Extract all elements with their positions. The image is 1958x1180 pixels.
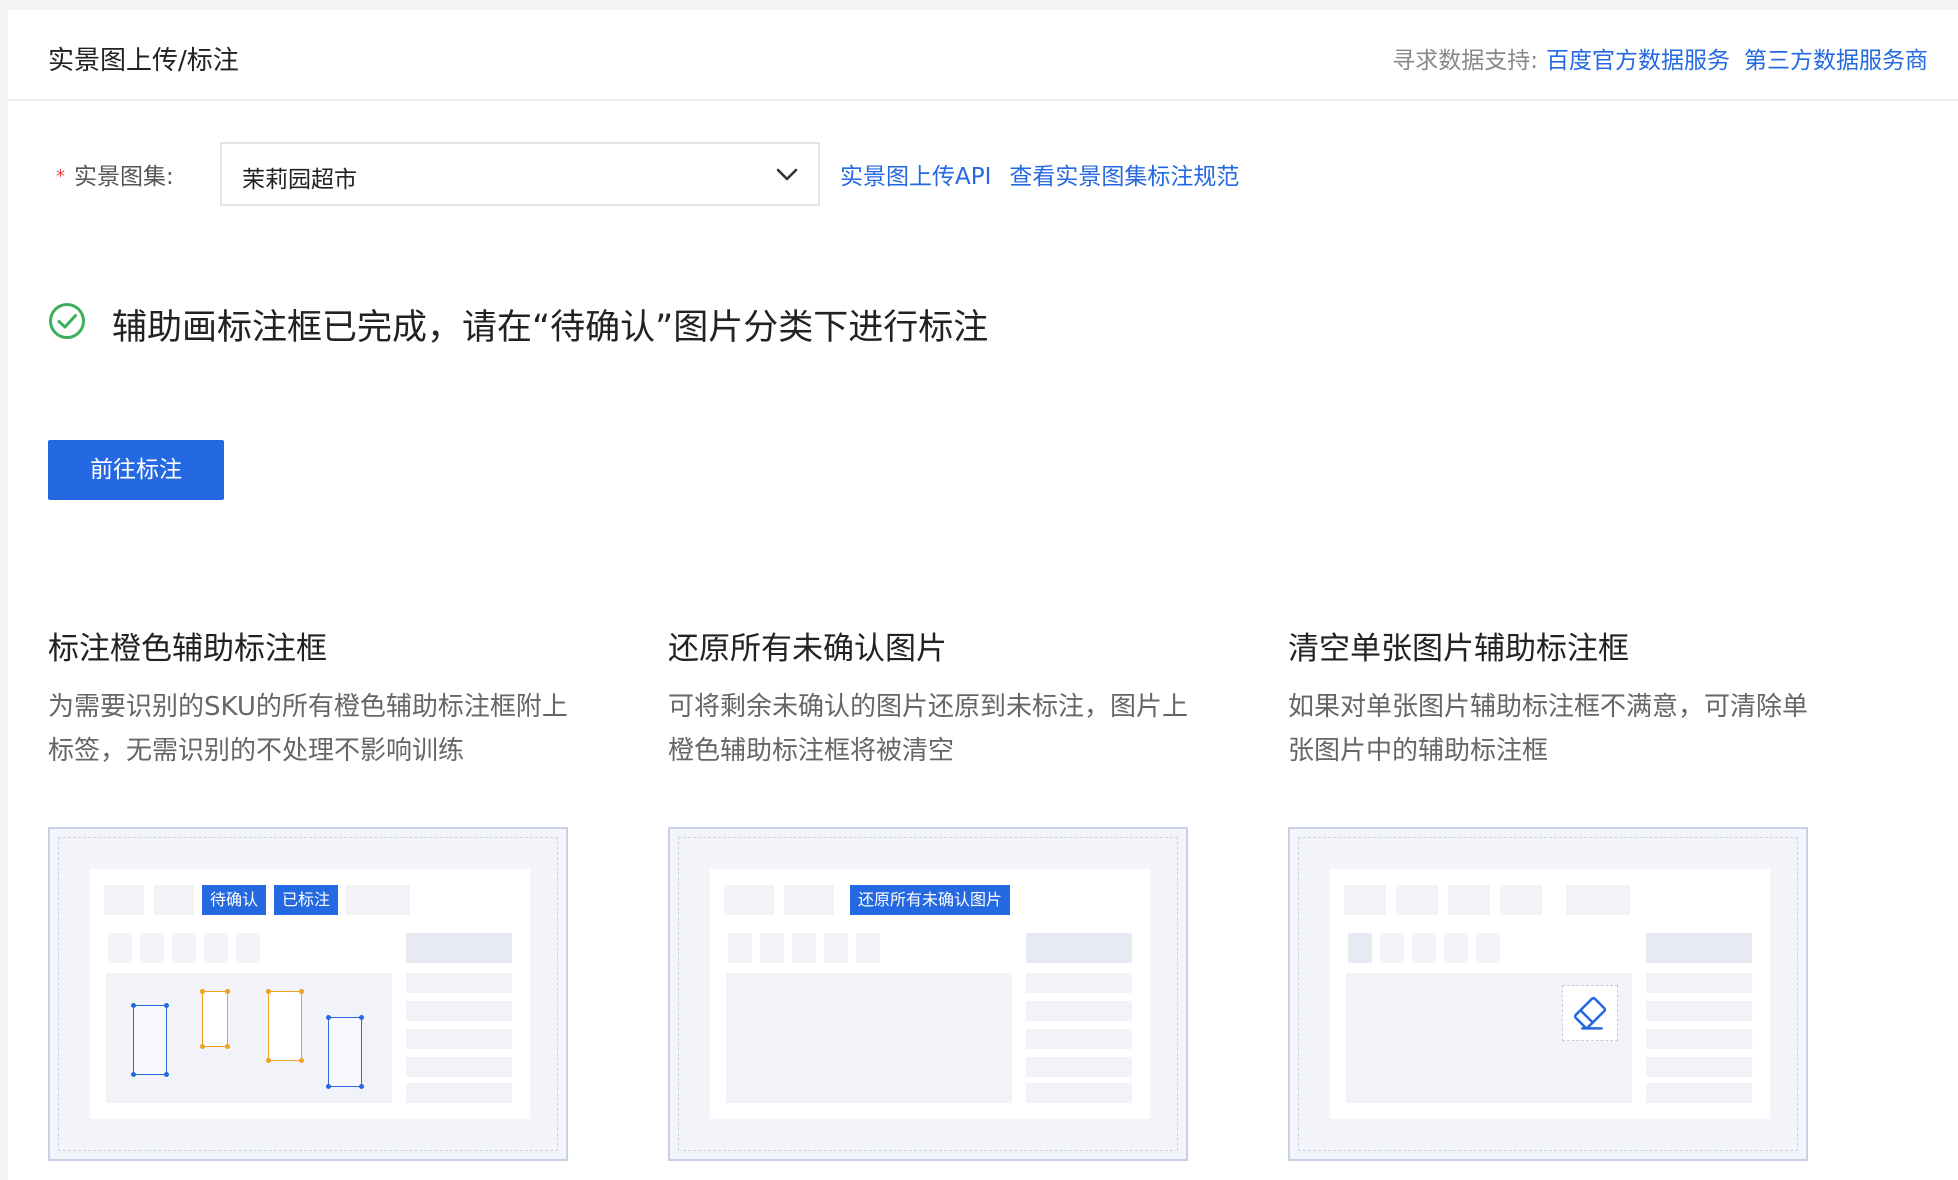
baidu-data-service-link[interactable]: 百度官方数据服务	[1546, 48, 1730, 74]
page-title: 实景图上传/标注	[48, 46, 239, 76]
illustration-screen: 待确认 已标注	[90, 869, 530, 1119]
illustration: 还原所有未确认图片	[668, 827, 1188, 1161]
image-set-form-row: * 实景图集: 茉莉园超市 实景图上传API 查看实景图集标注规范	[48, 142, 1348, 206]
eraser-icon	[1573, 996, 1607, 1030]
illustration	[1288, 827, 1808, 1161]
upload-api-link[interactable]: 实景图上传API	[840, 164, 991, 190]
page: 实景图上传/标注 寻求数据支持: 百度官方数据服务 第三方数据服务商 * 实景图集:…	[8, 10, 1958, 1180]
card-title: 还原所有未确认图片	[668, 631, 947, 667]
orange-annotation-box	[266, 989, 304, 1063]
annotation-spec-link[interactable]: 查看实景图集标注规范	[1009, 164, 1239, 190]
required-mark: *	[56, 166, 65, 187]
card-title: 标注橙色辅助标注框	[48, 631, 327, 667]
form-links: 实景图上传API 查看实景图集标注规范	[840, 157, 1257, 191]
card-description: 可将剩余未确认的图片还原到未标注，图片上橙色辅助标注框将被清空	[668, 692, 1189, 766]
card-description: 如果对单张图片辅助标注框不满意，可清除单张图片中的辅助标注框	[1288, 692, 1809, 766]
tag-restore-all: 还原所有未确认图片	[850, 885, 1011, 915]
header: 实景图上传/标注 寻求数据支持: 百度官方数据服务 第三方数据服务商	[8, 10, 1958, 101]
image-set-select[interactable]: 茉莉园超市	[220, 142, 820, 206]
data-support-label: 寻求数据支持:	[1392, 48, 1538, 74]
image-set-selected-value: 茉莉园超市	[242, 167, 357, 193]
data-support: 寻求数据支持: 百度官方数据服务 第三方数据服务商	[1392, 41, 1928, 75]
third-party-data-service-link[interactable]: 第三方数据服务商	[1744, 48, 1928, 74]
illustration-screen	[1330, 869, 1770, 1119]
tag-pending: 待确认	[202, 885, 267, 915]
go-annotate-button[interactable]: 前往标注	[48, 440, 224, 500]
check-circle-icon	[49, 303, 85, 339]
card-description: 为需要识别的SKU的所有橙色辅助标注框附上标签，无需识别的不处理不影响训练	[48, 692, 568, 766]
illustration: 待确认 已标注	[48, 827, 568, 1161]
tag-annotated: 已标注	[274, 885, 339, 915]
status-text: 辅助画标注框已完成，请在“待确认”图片分类下进行标注	[112, 308, 989, 348]
blue-annotation-box	[326, 1015, 364, 1089]
image-set-label: 实景图集:	[74, 164, 174, 190]
eraser-button	[1562, 985, 1618, 1041]
blue-annotation-box	[131, 1003, 169, 1077]
chevron-down-icon	[776, 168, 798, 181]
card-title: 清空单张图片辅助标注框	[1288, 631, 1629, 667]
illustration-screen: 还原所有未确认图片	[710, 869, 1150, 1119]
orange-annotation-box	[200, 989, 230, 1049]
